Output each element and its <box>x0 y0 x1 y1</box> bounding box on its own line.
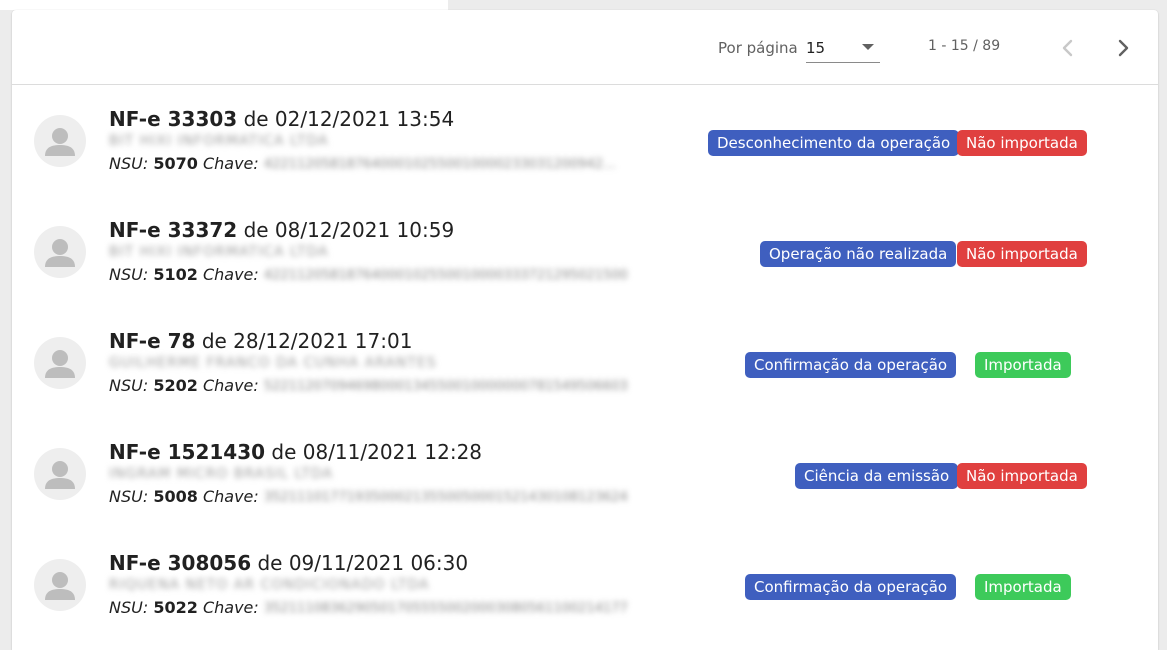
person-icon <box>45 350 75 378</box>
avatar <box>34 559 86 611</box>
per-page-label: Por página <box>718 39 798 57</box>
document-number: NF-e 78 <box>109 329 196 353</box>
event-status-badge: Operação não realizada <box>760 241 957 267</box>
document-date: de 02/12/2021 13:54 <box>243 107 455 131</box>
document-title: NF-e 33303 de 02/12/2021 13:54 <box>109 107 454 131</box>
nsu-value: 5008 <box>153 487 198 506</box>
caret-down-icon <box>862 44 874 50</box>
background-strip <box>0 0 448 10</box>
avatar <box>34 337 86 389</box>
event-status-badge: Confirmação da operação <box>745 574 957 600</box>
document-number: NF-e 33372 <box>109 218 238 242</box>
document-meta: NSU: 5008 Chave: 35211101771935000213550… <box>109 487 628 506</box>
nsu-value: 5070 <box>153 154 198 173</box>
key-label: Chave: <box>202 154 259 173</box>
document-row[interactable]: NF-e 78 de 28/12/2021 17:01 GUILHERME FR… <box>12 307 1158 418</box>
document-row[interactable]: NF-e 33303 de 02/12/2021 13:54 BIT HIXI … <box>12 85 1158 196</box>
nsu-label: NSU: <box>109 376 149 395</box>
document-title: NF-e 78 de 28/12/2021 17:01 <box>109 329 412 353</box>
document-date: de 08/12/2021 10:59 <box>243 218 455 242</box>
key-label: Chave: <box>202 265 259 284</box>
chevron-left-icon <box>1062 39 1073 57</box>
document-meta: NSU: 5070 Chave: 42211205818764000102550… <box>109 154 616 173</box>
import-status-badge: Não importada <box>957 463 1087 489</box>
document-row[interactable]: NF-e 308056 de 09/11/2021 06:30 RIQUENA … <box>12 529 1158 640</box>
company-name: RIQUENA NETO AR CONDICIONADO LTDA <box>109 577 430 593</box>
documents-card: Por página 15 1 - 15 / 89 NF-e 33303 de … <box>12 10 1158 650</box>
nsu-label: NSU: <box>109 265 149 284</box>
next-page-button[interactable] <box>1109 34 1137 62</box>
person-icon <box>45 461 75 489</box>
document-title: NF-e 33372 de 08/12/2021 10:59 <box>109 218 454 242</box>
company-name: BIT HIXI INFORMATICA LTDA <box>109 133 329 149</box>
import-status-badge: Não importada <box>957 130 1087 156</box>
document-date: de 09/11/2021 06:30 <box>257 551 469 575</box>
key-label: Chave: <box>202 598 259 617</box>
document-title: NF-e 1521430 de 08/11/2021 12:28 <box>109 440 482 464</box>
document-number: NF-e 308056 <box>109 551 252 575</box>
document-row[interactable]: NF-e 33372 de 08/12/2021 10:59 BIT HIXI … <box>12 196 1158 307</box>
person-icon <box>45 239 75 267</box>
document-date: de 08/11/2021 12:28 <box>271 440 483 464</box>
company-name: BIT HIXI INFORMATICA LTDA <box>109 244 329 260</box>
document-meta: NSU: 5202 Chave: 52211207094698000134550… <box>109 376 628 395</box>
pagination-range: 1 - 15 / 89 <box>928 38 1001 54</box>
nsu-label: NSU: <box>109 598 149 617</box>
per-page-select[interactable]: 15 <box>806 36 880 63</box>
document-meta: NSU: 5102 Chave: 42211205818764000102550… <box>109 265 628 284</box>
document-number: NF-e 1521430 <box>109 440 266 464</box>
document-date: de 28/12/2021 17:01 <box>201 329 413 353</box>
per-page-value: 15 <box>806 39 826 57</box>
import-status-badge: Importada <box>975 574 1071 600</box>
company-name: INGRAM MICRO BRASIL LTDA <box>109 466 334 482</box>
access-key: 5221120709469800013455001000000078154950… <box>263 379 628 394</box>
access-key: 3521110177193500021355005000152143010812… <box>263 490 628 505</box>
event-status-badge: Desconhecimento da operação <box>708 130 960 156</box>
access-key: 3521110836290501705555002000308056110021… <box>263 601 628 616</box>
key-label: Chave: <box>202 487 259 506</box>
person-icon <box>45 572 75 600</box>
document-number: NF-e 33303 <box>109 107 238 131</box>
avatar <box>34 115 86 167</box>
document-row[interactable]: NF-e 1521430 de 08/11/2021 12:28 INGRAM … <box>12 418 1158 529</box>
nsu-value: 5202 <box>153 376 198 395</box>
nsu-label: NSU: <box>109 487 149 506</box>
avatar <box>34 226 86 278</box>
document-meta: NSU: 5022 Chave: 35211108362905017055550… <box>109 598 628 617</box>
import-status-badge: Importada <box>975 352 1071 378</box>
document-title: NF-e 308056 de 09/11/2021 06:30 <box>109 551 468 575</box>
access-key: 4221120581876400010255001000033372129502… <box>263 268 628 283</box>
avatar <box>34 448 86 500</box>
person-icon <box>45 128 75 156</box>
event-status-badge: Ciência da emissão <box>795 463 959 489</box>
nsu-label: NSU: <box>109 154 149 173</box>
previous-page-button[interactable] <box>1054 34 1082 62</box>
import-status-badge: Não importada <box>957 241 1087 267</box>
event-status-badge: Confirmação da operação <box>745 352 957 378</box>
pagination-toolbar: Por página 15 1 - 15 / 89 <box>12 10 1158 85</box>
key-label: Chave: <box>202 376 259 395</box>
nsu-value: 5102 <box>153 265 198 284</box>
chevron-right-icon <box>1118 39 1129 57</box>
nsu-value: 5022 <box>153 598 198 617</box>
company-name: GUILHERME FRANCO DA CUNHA ARANTES <box>109 355 437 371</box>
access-key: 4221120581876400010255001000023303120094… <box>263 157 616 172</box>
